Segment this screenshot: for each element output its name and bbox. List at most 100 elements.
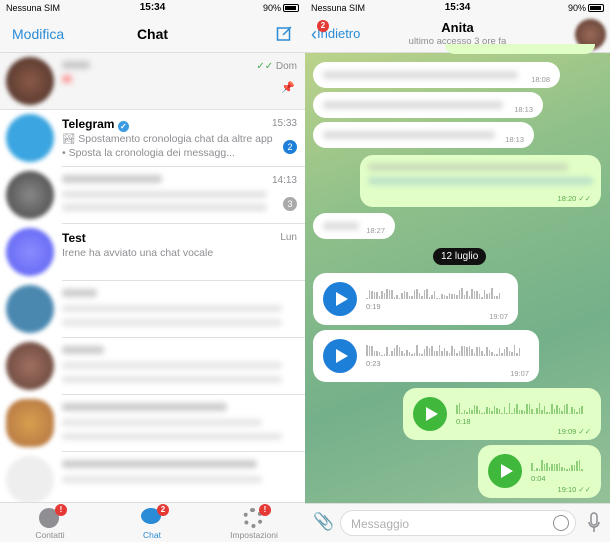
waveform-bar [481, 297, 483, 299]
chat-bubbles-icon: 2 [141, 504, 169, 528]
waveform-bar [473, 405, 475, 414]
voice-duration: 0:23 [366, 359, 381, 368]
waveform-bar [506, 347, 508, 356]
waveform-bar [478, 347, 480, 356]
compose-icon[interactable] [276, 25, 293, 42]
waveform-bar [471, 410, 473, 414]
waveform-bar [478, 410, 480, 414]
tab-chat[interactable]: 2 Chat [102, 503, 202, 542]
waveform-bar [386, 289, 388, 299]
waveform-bar [566, 469, 568, 471]
waveform-bar [406, 292, 408, 299]
unread-badge: 3 [283, 197, 297, 211]
waveform-bar [493, 296, 495, 299]
message-input[interactable]: Messaggio [340, 510, 576, 536]
contact-name[interactable]: Anita [305, 20, 610, 35]
chat-row[interactable] [0, 452, 305, 509]
play-button[interactable] [323, 282, 357, 316]
waveform-bar [401, 293, 403, 299]
waveform-bar [451, 294, 453, 299]
waveform-bar [483, 354, 485, 356]
waveform-bar [403, 291, 405, 299]
chat-preview: 🏞 Spostamento cronologia chat da altre a… [62, 133, 273, 159]
waveform-bar [393, 348, 395, 356]
chat-row-telegram[interactable]: Telegram ✓ 15:33 🏞 Spostamento cronologi… [0, 110, 305, 167]
waveform-bar [428, 297, 430, 299]
waveform-bar [566, 404, 568, 414]
waveform-bar [578, 408, 580, 414]
chat-row[interactable]: 14:13 3 [0, 167, 305, 224]
waveform-bar [561, 411, 563, 414]
avatar [6, 57, 54, 105]
waveform-bar [381, 291, 383, 299]
waveform-bar [503, 349, 505, 356]
waveform-bar [423, 349, 425, 356]
attach-icon[interactable]: 📎 [313, 512, 334, 532]
tab-settings[interactable]: ! Impostazioni [204, 503, 304, 542]
waveform-bar [476, 347, 478, 356]
chat-name: Telegram [62, 117, 115, 131]
waveform-bar [428, 348, 430, 356]
waveform-bar [421, 296, 423, 299]
waveform-bar [558, 463, 560, 471]
waveform-bar [373, 292, 375, 299]
waveform-bar [531, 463, 533, 471]
chat-row-pinned[interactable]: ✓✓ Dom 📌 [0, 53, 305, 110]
waveform-bar [578, 460, 580, 471]
play-button[interactable] [323, 339, 357, 373]
waveform-bar [526, 404, 528, 414]
waveform-bar [546, 412, 548, 414]
play-button[interactable] [488, 454, 522, 488]
waveform-bar [421, 354, 423, 356]
chat-row-test[interactable]: Test Lun Irene ha avviato una chat vocal… [0, 224, 305, 281]
waveform-bar [556, 405, 558, 414]
waveform-bar [551, 464, 553, 471]
sticker-icon[interactable] [553, 515, 569, 531]
waveform-bar [513, 408, 515, 414]
waveform-bar [471, 289, 473, 299]
waveform-bar [543, 406, 545, 414]
waveform-bar [441, 294, 443, 299]
voice-duration: 0:04 [531, 474, 546, 483]
avatar [6, 171, 54, 219]
read-check-icon: ✓✓ [256, 61, 274, 72]
waveform-bar [541, 410, 543, 414]
waveform-bar [568, 468, 570, 471]
waveform-bar [413, 290, 415, 299]
waveform-bar [458, 403, 460, 414]
play-button[interactable] [413, 397, 447, 431]
waveform-bar [553, 464, 555, 471]
chat-row[interactable] [0, 338, 305, 395]
waveform-bar [408, 352, 410, 356]
waveform-bar [388, 290, 390, 299]
waveform-bar [413, 353, 415, 356]
read-check-icon: ✓✓ [578, 194, 591, 203]
input-bar: 📎 Messaggio [305, 503, 610, 542]
waveform-bar [443, 295, 445, 299]
avatar [6, 228, 54, 276]
waveform-bar [511, 413, 513, 414]
chat-preview: Irene ha avviato una chat vocale [62, 247, 214, 259]
waveform [366, 287, 500, 299]
waveform-bar [531, 409, 533, 414]
waveform-bar [518, 348, 520, 356]
waveform-bar [538, 403, 540, 414]
waveform-bar [496, 296, 498, 299]
message-bubble: 18:13 [313, 92, 543, 118]
chat-list-header: Modifica Chat [0, 16, 305, 53]
waveform-bar [371, 291, 373, 299]
waveform-bar [506, 413, 508, 414]
waveform-bar [463, 295, 465, 299]
waveform-bar [398, 298, 400, 299]
tab-contacts[interactable]: ! Contatti [0, 503, 100, 542]
waveform-bar [383, 293, 385, 299]
read-check-icon: ✓✓ [578, 427, 591, 436]
waveform-bar [541, 460, 543, 471]
voice-message-outgoing: 0:04 19:10 ✓✓ [478, 445, 601, 498]
chat-row[interactable] [0, 395, 305, 452]
chat-row[interactable] [0, 281, 305, 338]
message-bubble: 18:08 [313, 62, 560, 88]
microphone-icon[interactable] [588, 512, 600, 534]
gear-icon: ! [243, 504, 271, 528]
waveform-bar [516, 353, 518, 356]
